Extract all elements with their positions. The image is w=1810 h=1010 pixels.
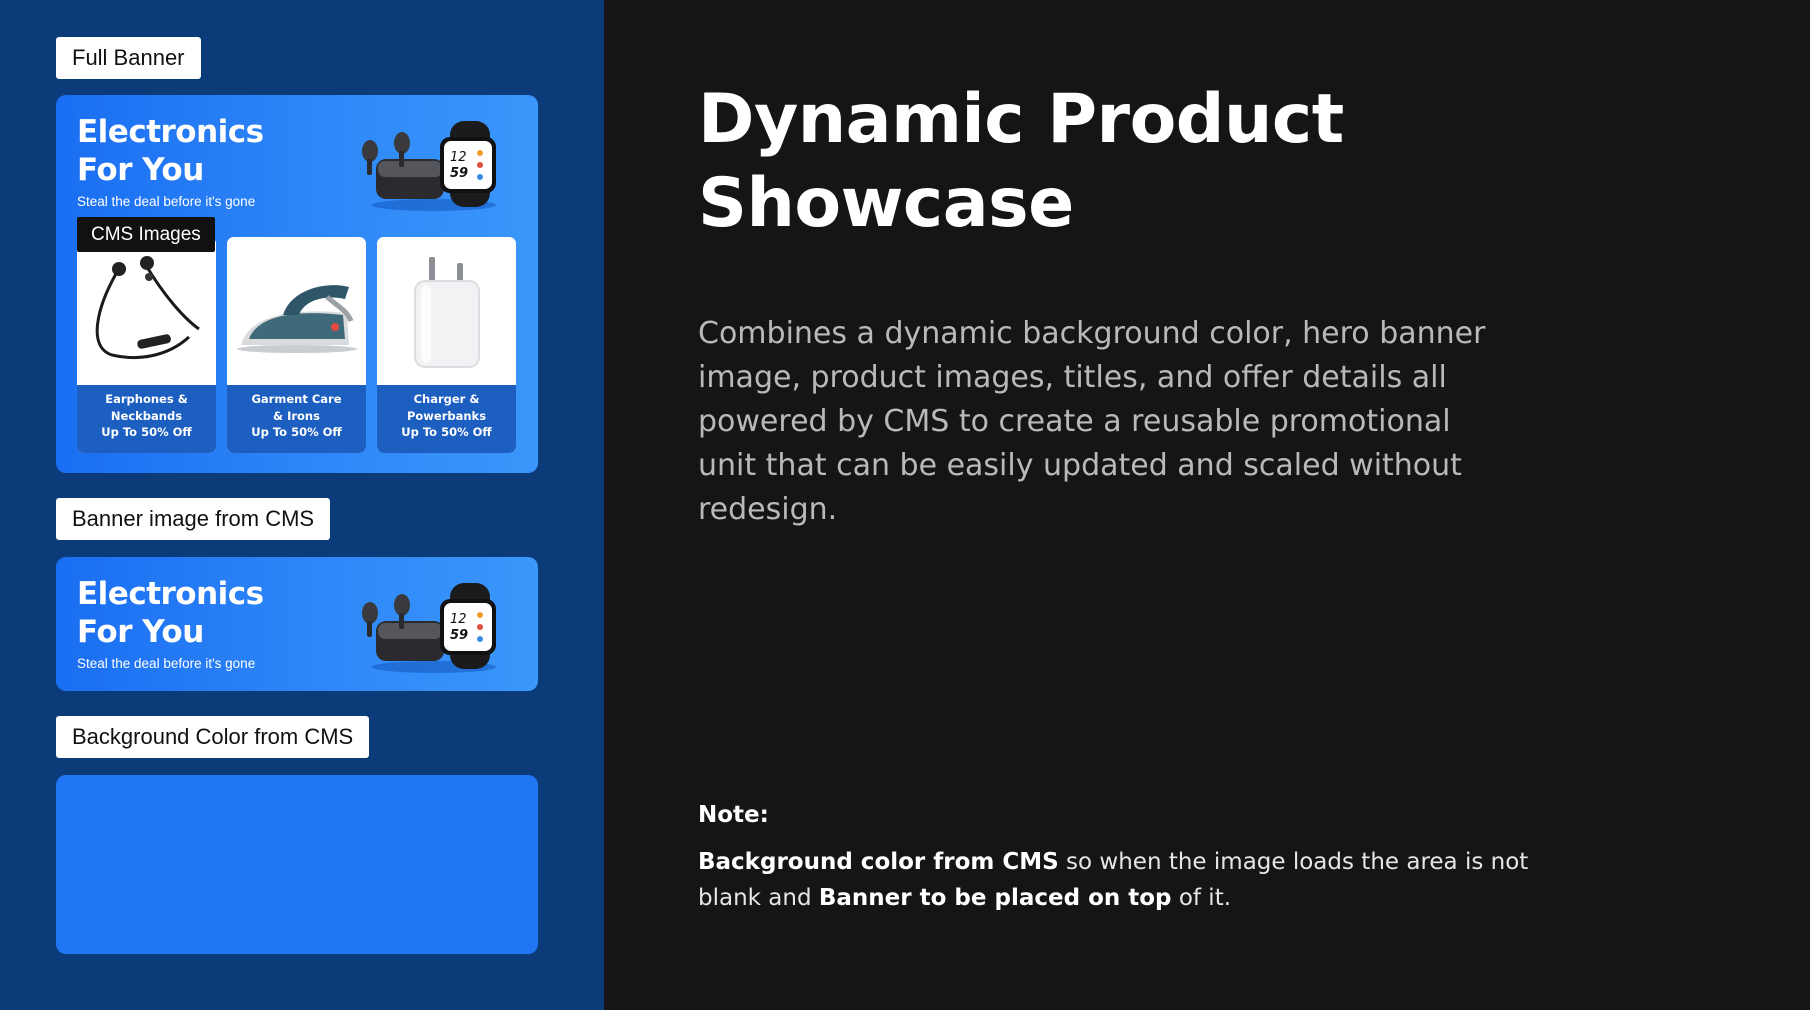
card-offer: Up To 50% Off <box>101 425 192 439</box>
right-panel: Dynamic Product Showcase Combines a dyna… <box>604 0 1810 1010</box>
note-label: Note: <box>698 802 769 828</box>
banner-image[interactable]: Electronics For You Steal the deal befor… <box>56 557 538 691</box>
banner-title: Electronics For You <box>77 114 264 188</box>
page-title: Dynamic Product Showcase <box>698 80 1344 243</box>
note-text: Background color from CMS so when the im… <box>698 844 1598 916</box>
card-image <box>377 237 516 385</box>
note-bold: Background color from CMS <box>698 849 1059 875</box>
card-caption: Earphones & Neckbands Up To 50% Off <box>77 385 216 453</box>
wall-charger-icon <box>414 257 480 368</box>
note-bold: Banner to be placed on top <box>818 885 1172 911</box>
full-banner-tag: Full Banner <box>56 37 201 79</box>
product-card-charger[interactable]: Charger & Powerbanks Up To 50% Off <box>377 237 516 453</box>
card-title-line: Garment Care <box>251 392 342 406</box>
svg-text:12: 12 <box>450 612 467 627</box>
svg-text:12: 12 <box>450 150 467 165</box>
card-title-line: Powerbanks <box>406 408 487 423</box>
left-panel: Full Banner Electronics For You Steal th… <box>0 0 604 1010</box>
cms-images-tag: CMS Images <box>77 217 215 252</box>
neckband-earphones-icon <box>95 256 200 360</box>
card-title-line: Earphones & <box>105 392 188 406</box>
card-title-line: & Irons <box>273 408 320 423</box>
svg-text:59: 59 <box>450 628 468 643</box>
description: Combines a dynamic background color, her… <box>698 316 1486 527</box>
card-image <box>77 237 216 385</box>
product-card-earphones[interactable]: Earphones & Neckbands Up To 50% Off <box>77 237 216 453</box>
banner-title: Electronics For You <box>77 576 264 650</box>
background-color-box <box>56 775 538 954</box>
note-span: of it. <box>1171 885 1232 911</box>
card-caption: Charger & Powerbanks Up To 50% Off <box>377 385 516 453</box>
card-offer: Up To 50% Off <box>401 425 492 439</box>
steam-iron-icon <box>237 285 357 353</box>
banner-subtitle: Steal the deal before it's gone <box>77 194 256 209</box>
full-banner[interactable]: Electronics For You Steal the deal befor… <box>56 95 538 473</box>
smartwatch-earbuds-icon: 12 59 <box>362 121 496 211</box>
background-color-tag: Background Color from CMS <box>56 716 370 758</box>
card-offer: Up To 50% Off <box>251 425 342 439</box>
card-title-line: Charger & <box>413 392 480 406</box>
banner-subtitle: Steal the deal before it's gone <box>77 656 256 671</box>
smartwatch-earbuds-icon: 12 59 <box>362 583 496 673</box>
card-caption: Garment Care & Irons Up To 50% Off <box>227 385 366 453</box>
card-image <box>227 237 366 385</box>
svg-text:59: 59 <box>450 166 468 181</box>
banner-image-tag: Banner image from CMS <box>56 498 331 540</box>
card-title-line: Neckbands <box>110 408 183 423</box>
product-card-garment-care[interactable]: Garment Care & Irons Up To 50% Off <box>227 237 366 453</box>
